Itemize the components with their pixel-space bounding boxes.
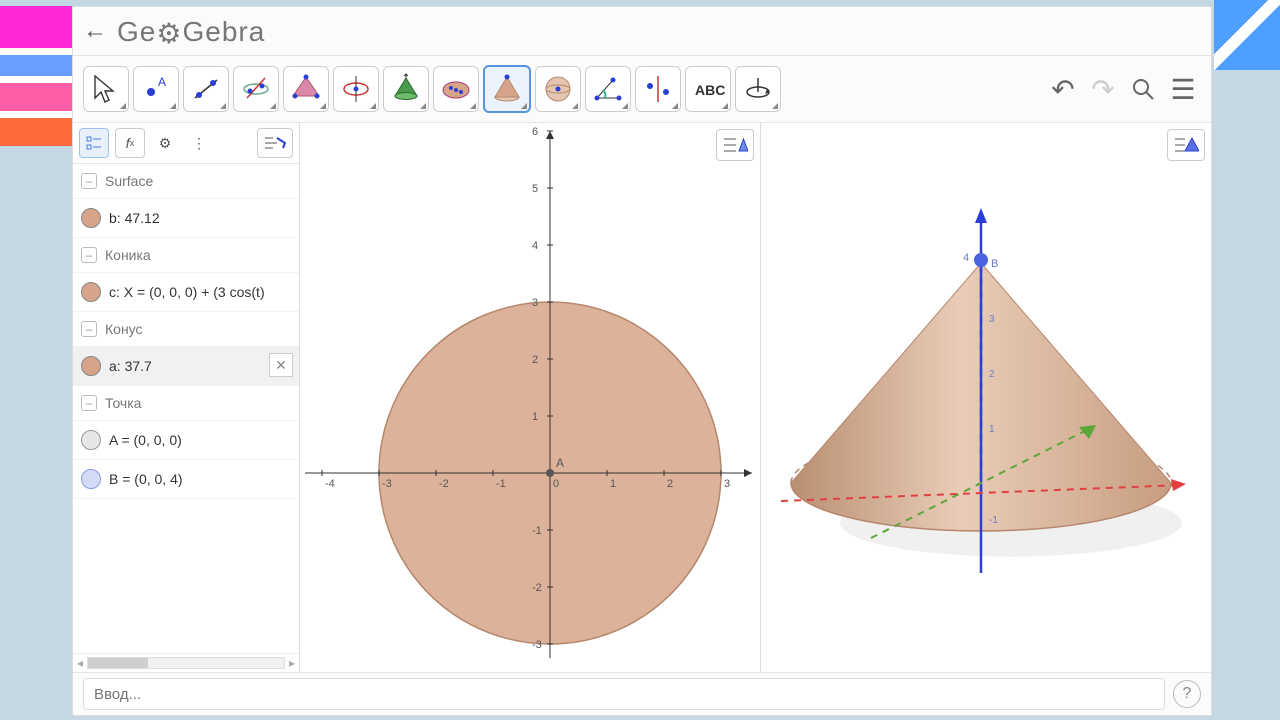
svg-text:1: 1 (532, 411, 538, 423)
close-icon[interactable]: ✕ (269, 353, 293, 377)
graphics-3d-canvas[interactable]: 1 2 3 4 -1 B (761, 123, 1211, 663)
object-point-a[interactable]: A = (0, 0, 0) (73, 421, 299, 460)
svg-text:-1: -1 (496, 478, 506, 490)
graphics-2d-view[interactable]: -4 -3 -2 -1 0 1 2 3 -3 -2 -1 1 2 3 4 5 6 A (300, 123, 761, 672)
slide-decoration-left (0, 6, 72, 146)
svg-text:ABC: ABC (695, 82, 725, 98)
category-label: Surface (105, 173, 153, 189)
search-icon[interactable] (1125, 71, 1161, 107)
object-label: b: 47.12 (109, 210, 160, 226)
svg-text:2: 2 (989, 369, 995, 380)
tool-move[interactable] (83, 66, 129, 112)
back-icon[interactable]: ← (83, 17, 107, 45)
tool-rotate-view[interactable] (735, 66, 781, 112)
input-bar: ? (73, 672, 1211, 715)
svg-text:6: 6 (532, 126, 538, 138)
svg-text:1: 1 (989, 424, 995, 435)
category-point[interactable]: –Точка (73, 386, 299, 421)
svg-text:2: 2 (667, 478, 673, 490)
algebra-panel: fx ⚙ ⋮ –Surface b: 47.12 –Коника c: X = … (73, 123, 300, 672)
geogebra-app: ← Ge⚙Gebra A ABC ↶ ↷ ☰ (72, 6, 1212, 716)
algebra-hscrollbar[interactable]: ◂▸ (73, 653, 299, 672)
svg-text:3: 3 (989, 314, 995, 325)
category-label: Точка (105, 395, 141, 411)
category-label: Конус (105, 321, 143, 337)
object-label: B = (0, 0, 4) (109, 471, 183, 487)
tool-reflect[interactable] (635, 66, 681, 112)
algebra-toolbar: fx ⚙ ⋮ (73, 123, 299, 164)
svg-text:-3: -3 (382, 478, 392, 490)
workspace: fx ⚙ ⋮ –Surface b: 47.12 –Коника c: X = … (73, 123, 1211, 672)
tool-sphere-center[interactable] (535, 66, 581, 112)
algebra-more-icon[interactable]: ⋮ (185, 129, 213, 157)
tool-point[interactable]: A (133, 66, 179, 112)
svg-text:A: A (158, 75, 166, 89)
tool-pyramid[interactable] (283, 66, 329, 112)
object-label: c: X = (0, 0, 0) + (3 cos(t) (109, 284, 265, 300)
tool-circle-axis[interactable] (333, 66, 379, 112)
object-label: A = (0, 0, 0) (109, 432, 182, 448)
svg-text:4: 4 (963, 252, 969, 264)
category-conic[interactable]: –Коника (73, 238, 299, 273)
tool-intersect[interactable] (233, 66, 279, 112)
titlebar: ← Ge⚙Gebra (73, 7, 1211, 56)
svg-text:4: 4 (532, 240, 538, 252)
svg-text:-1: -1 (989, 515, 998, 526)
svg-text:3: 3 (724, 478, 730, 490)
tool-line[interactable] (183, 66, 229, 112)
tool-angle[interactable] (585, 66, 631, 112)
app-logo: Ge⚙Gebra (117, 15, 265, 48)
help-icon[interactable]: ? (1173, 680, 1201, 708)
object-b[interactable]: b: 47.12 (73, 199, 299, 238)
settings-icon[interactable]: ⚙ (151, 129, 179, 157)
command-input[interactable] (83, 678, 1165, 710)
svg-text:5: 5 (532, 183, 538, 195)
tool-extrude-cone[interactable] (383, 66, 429, 112)
svg-text:-2: -2 (439, 478, 449, 490)
svg-text:1: 1 (610, 478, 616, 490)
tool-cone[interactable] (483, 65, 531, 113)
svg-text:-4: -4 (325, 478, 335, 490)
algebra-tree-toggle[interactable] (79, 128, 109, 158)
slide-decoration-right (1214, 0, 1280, 70)
object-a[interactable]: a: 37.7 ✕ (73, 347, 299, 386)
category-surface[interactable]: –Surface (73, 164, 299, 199)
category-label: Коника (105, 247, 151, 263)
svg-text:-3: -3 (532, 639, 542, 651)
graphics-2d-canvas[interactable]: -4 -3 -2 -1 0 1 2 3 -3 -2 -1 1 2 3 4 5 6 A (300, 123, 760, 663)
redo-button[interactable]: ↷ (1085, 71, 1121, 107)
tool-text[interactable]: ABC (685, 66, 731, 112)
svg-text:0: 0 (553, 478, 559, 490)
view3d-style-button[interactable] (1167, 129, 1205, 161)
algebra-sort-button[interactable] (257, 128, 293, 158)
main-toolbar: A ABC ↶ ↷ ☰ (73, 56, 1211, 123)
svg-text:A: A (556, 456, 564, 470)
object-label: a: 37.7 (109, 358, 152, 374)
svg-text:-2: -2 (532, 582, 542, 594)
object-point-b[interactable]: B = (0, 0, 4) (73, 460, 299, 499)
svg-text:3: 3 (532, 297, 538, 309)
svg-text:2: 2 (532, 354, 538, 366)
object-c[interactable]: c: X = (0, 0, 0) + (3 cos(t) (73, 273, 299, 312)
menu-icon[interactable]: ☰ (1165, 71, 1201, 107)
svg-text:-1: -1 (532, 525, 542, 537)
svg-text:B: B (991, 258, 998, 270)
tool-sphere[interactable] (433, 66, 479, 112)
view2d-style-button[interactable] (716, 129, 754, 161)
algebra-list: –Surface b: 47.12 –Коника c: X = (0, 0, … (73, 164, 299, 653)
graphics-3d-view[interactable]: 1 2 3 4 -1 B (761, 123, 1211, 672)
category-cone[interactable]: –Конус (73, 312, 299, 347)
algebra-fx-button[interactable]: fx (115, 128, 145, 158)
undo-button[interactable]: ↶ (1045, 71, 1081, 107)
